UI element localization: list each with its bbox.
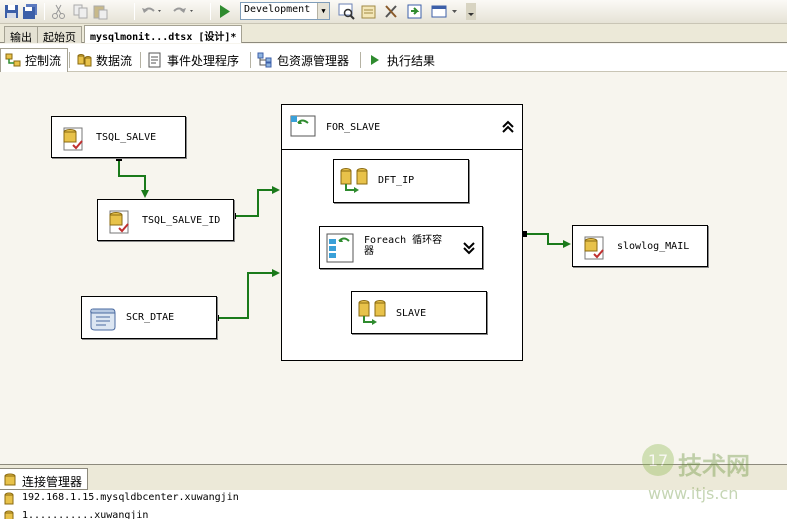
task-slave[interactable]: SLAVE — [351, 291, 487, 334]
data-flow-task-icon — [358, 300, 386, 325]
task-label: TSQL_SALVE_ID — [142, 215, 221, 226]
collapse-chevron-icon[interactable] — [501, 119, 515, 135]
tab-label: mysqlmonit...dtsx [设计]* — [90, 32, 237, 43]
redo-icon[interactable] — [172, 3, 196, 20]
tab-connection-managers[interactable]: 连接管理器 — [0, 468, 88, 490]
execute-sql-task-icon — [63, 127, 83, 151]
task-scr-dtae[interactable]: SCR_DTAE — [81, 296, 217, 339]
start-debugging-icon[interactable] — [216, 3, 233, 20]
cut-icon[interactable] — [50, 3, 67, 20]
script-task-icon — [90, 308, 116, 331]
document-tab-strip: 输出 起始页 mysqlmonit...dtsx [设计]* — [0, 24, 787, 44]
tab-label: 执行结果 — [387, 54, 436, 68]
container-label: Foreach 循环容器 — [364, 235, 443, 257]
control-flow-icon — [5, 53, 21, 67]
control-flow-canvas[interactable]: TSQL_SALVE TSQL_SALVE_ID SCR_DTAE FOR_SL… — [0, 72, 787, 464]
properties-icon[interactable] — [360, 3, 377, 20]
tab-label: 控制流 — [25, 54, 62, 68]
data-flow-task-icon — [340, 168, 368, 193]
tab-label: 连接管理器 — [22, 475, 83, 489]
copy-icon[interactable] — [72, 3, 89, 20]
toolbar-separator — [134, 3, 135, 20]
toolbar-overflow-icon[interactable] — [466, 3, 476, 20]
task-dft-ip[interactable]: DFT_IP — [333, 159, 469, 203]
site-watermark: 17 技术网 www.itjs.cn — [640, 442, 780, 512]
toolbar-separator — [44, 3, 45, 20]
tab-output[interactable]: 输出 — [4, 26, 38, 44]
configuration-value: Development — [244, 4, 311, 15]
tab-label: 数据流 — [96, 54, 133, 68]
task-label: DFT_IP — [378, 175, 415, 186]
tab-event-handlers[interactable]: 事件处理程序 — [143, 49, 245, 71]
constraint-for_slave-to-slowlog_mail — [525, 233, 568, 245]
execute-sql-task-icon — [584, 236, 604, 260]
task-label: SCR_DTAE — [126, 312, 175, 323]
container-label: FOR_SLAVE — [326, 122, 381, 133]
expand-chevron-icon[interactable] — [462, 240, 476, 256]
connection-manager-icon — [4, 473, 16, 486]
connection-name: 192.168.1.15.mysqldbcenter.xuwangjin — [22, 492, 239, 503]
undo-icon[interactable] — [140, 3, 164, 20]
tab-separator — [360, 52, 361, 68]
tab-execution-results[interactable]: 执行结果 — [363, 49, 441, 71]
connection-item[interactable]: 192.168.1.15.mysqldbcenter.xuwangjin — [0, 492, 239, 506]
toolbar-separator — [210, 3, 211, 20]
designer-tab-strip: 控制流 数据流 事件处理程序 包资源管理器 执行结果 — [0, 44, 787, 72]
execute-sql-task-icon — [109, 210, 129, 234]
constraint-tsql_salve_id-to-for_slave — [234, 189, 278, 217]
paste-icon[interactable] — [92, 3, 109, 20]
task-label: slowlog_MAIL — [617, 241, 690, 252]
tab-label: 事件处理程序 — [167, 54, 240, 68]
package-explorer-icon — [257, 52, 272, 68]
tab-label: 起始页 — [43, 31, 76, 44]
tab-separator — [250, 52, 251, 68]
tab-label: 包资源管理器 — [277, 54, 350, 68]
chevron-down-icon[interactable]: ▼ — [317, 3, 329, 19]
tab-data-flow[interactable]: 数据流 — [72, 49, 138, 71]
tab-start-page[interactable]: 起始页 — [37, 26, 82, 44]
database-connection-icon — [4, 492, 14, 505]
container-foreach-loop[interactable]: Foreach 循环容器 — [319, 226, 483, 269]
find-icon[interactable] — [338, 3, 355, 20]
task-label: SLAVE — [396, 308, 427, 319]
window-icon[interactable] — [430, 3, 462, 20]
execution-results-icon — [371, 55, 379, 65]
save-icon[interactable] — [3, 3, 20, 20]
watermark-url: www.itjs.cn — [648, 484, 739, 503]
event-handler-icon — [148, 52, 161, 68]
connection-name: 1...........xuwangjin — [22, 510, 149, 519]
for-loop-container-icon — [290, 115, 316, 137]
solution-explorer-icon[interactable] — [406, 3, 423, 20]
svg-text:17: 17 — [648, 451, 668, 470]
connection-item[interactable]: 1...........xuwangjin — [0, 510, 148, 519]
container-header: FOR_SLAVE — [282, 105, 522, 150]
tab-separator — [140, 52, 141, 68]
constraint-scr_dtae-to-for_slave — [217, 272, 278, 319]
tab-package-designer[interactable]: mysqlmonit...dtsx [设计]* — [84, 25, 243, 43]
standard-toolbar: Development ▼ — [0, 0, 787, 24]
tab-label: 输出 — [10, 31, 32, 44]
solution-configuration-select[interactable]: Development ▼ — [240, 2, 330, 20]
watermark-text: 技术网 — [678, 452, 750, 480]
tab-package-explorer[interactable]: 包资源管理器 — [253, 49, 355, 71]
toolbox-icon[interactable] — [383, 3, 400, 20]
task-tsql-salve[interactable]: TSQL_SALVE — [51, 116, 186, 158]
task-tsql-salve-id[interactable]: TSQL_SALVE_ID — [97, 199, 234, 241]
save-all-icon[interactable] — [22, 3, 39, 20]
tab-separator — [69, 52, 70, 68]
tab-control-flow[interactable]: 控制流 — [0, 48, 69, 72]
foreach-loop-container-icon — [326, 233, 354, 263]
task-label: TSQL_SALVE — [96, 132, 157, 143]
constraint-tsql_salve-to-tsql_salve_id — [118, 159, 146, 195]
database-connection-icon — [4, 510, 14, 519]
watermark-logo-icon: 17 — [642, 444, 674, 476]
data-flow-icon — [77, 54, 92, 67]
task-slowlog-mail[interactable]: slowlog_MAIL — [572, 225, 708, 267]
